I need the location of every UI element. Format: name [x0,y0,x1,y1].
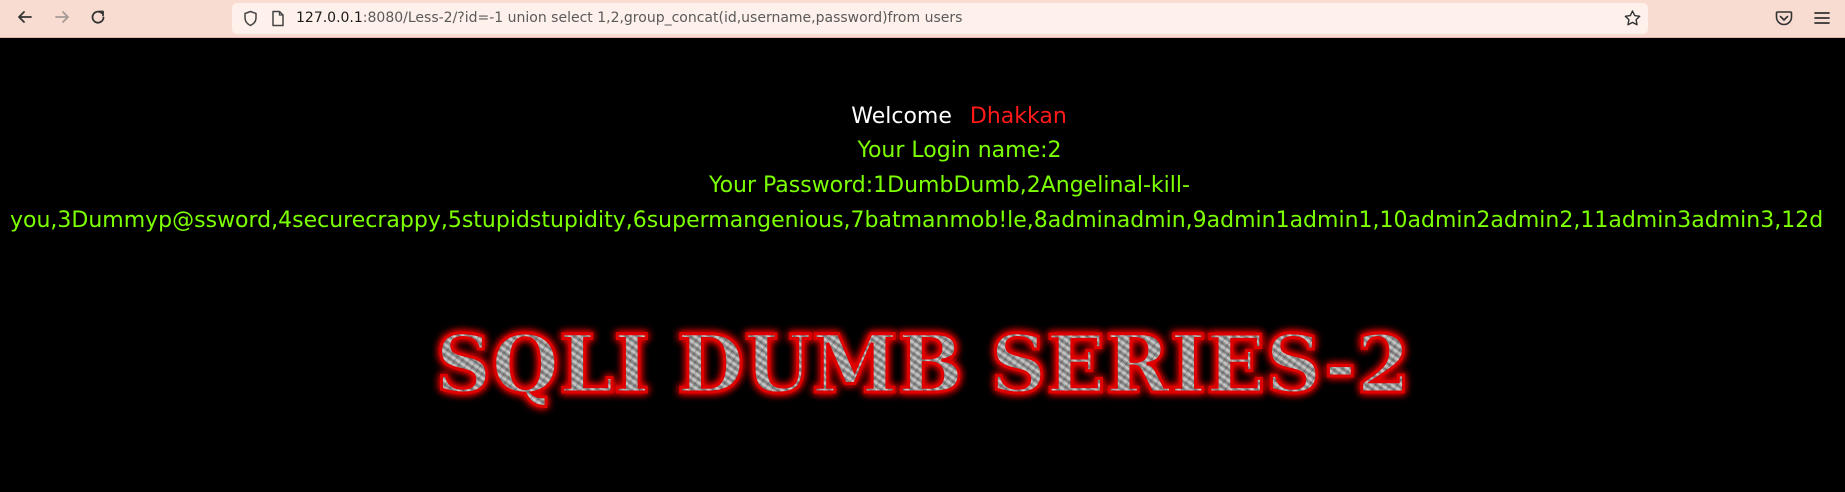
url-path: :8080/Less-2/?id=-1 union select 1,2,gro… [362,10,963,26]
login-name-text: Your Login name:2 [857,138,1062,163]
welcome-name: Dhakkan [969,104,1067,129]
browser-toolbar: 127.0.0.1:8080/Less-2/?id=-1 union selec… [0,0,1845,38]
reload-button[interactable] [86,7,110,31]
back-icon [16,8,34,30]
forward-icon [53,8,71,30]
star-icon[interactable] [1623,9,1642,28]
page-content: Welcome Dhakkan Your Login name:2 Your Pa… [0,38,1845,492]
password-text-line2: you,3Dummyp@ssword,4securecrappy,5stupid… [10,208,1824,233]
reload-icon [89,8,107,30]
banner-text: SQLI DUMB SERIES-2 [436,317,1411,411]
url-host: 127.0.0.1 [296,10,363,26]
welcome-word: Welcome [851,104,952,129]
address-bar[interactable]: 127.0.0.1:8080/Less-2/?id=-1 union selec… [232,3,1648,34]
pocket-icon[interactable] [1774,8,1794,28]
password-text-line1: Your Password:1DumbDumb,2Angelinal-kill- [709,173,1190,198]
url-text[interactable]: 127.0.0.1:8080/Less-2/?id=-1 union selec… [296,10,962,26]
series-banner: SQLI DUMB SERIES-2 [434,316,1412,413]
back-button[interactable] [13,7,37,31]
welcome-line: Welcome Dhakkan [0,102,1845,132]
menu-icon[interactable] [1812,8,1832,28]
shield-icon[interactable] [242,10,259,27]
forward-button[interactable] [50,7,74,31]
page-icon[interactable] [270,10,286,27]
